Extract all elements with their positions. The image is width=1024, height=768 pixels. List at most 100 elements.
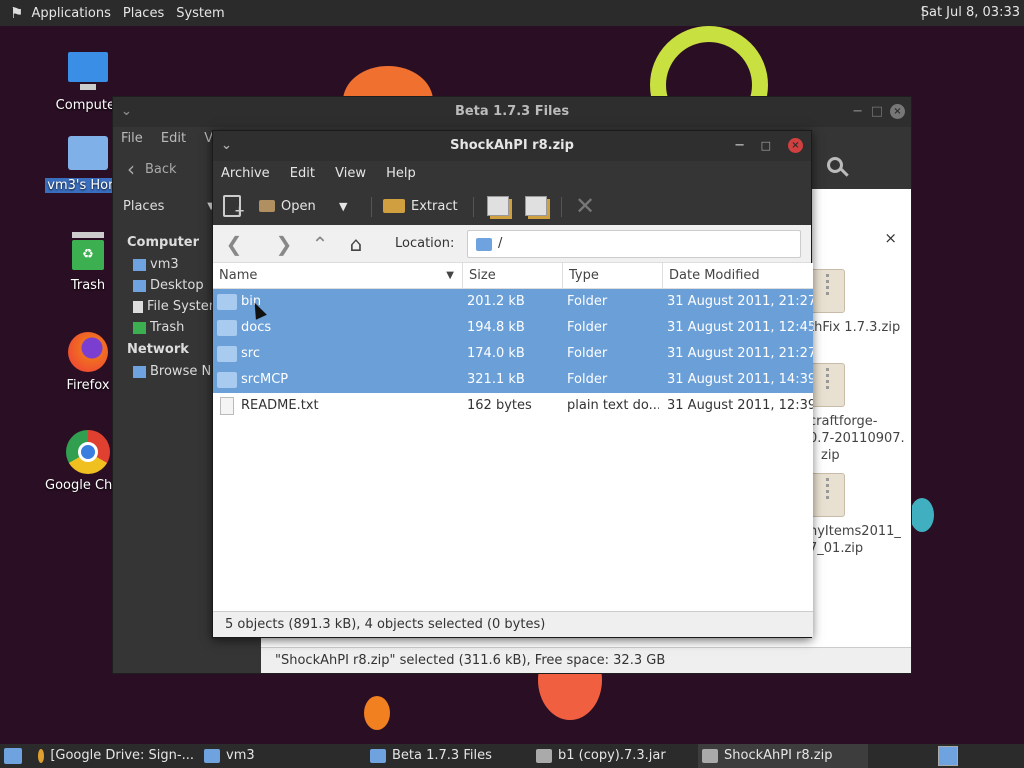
taskbar-item[interactable]: Beta 1.7.3 Files <box>366 744 526 768</box>
table-row[interactable]: README.txt 162 bytes plain text do... 31 Au… <box>213 393 813 419</box>
cell-type: Folder <box>567 346 608 361</box>
cell-size: 162 bytes <box>467 398 532 413</box>
taskbar-item[interactable]: b1 (copy).7.3.jar <box>532 744 692 768</box>
extract-button[interactable]: Extract <box>383 193 458 219</box>
maximize-icon[interactable]: □ <box>761 131 771 161</box>
column-header-date[interactable]: Date Modified <box>663 263 813 289</box>
add-folder-button[interactable] <box>525 193 547 219</box>
window-menu-icon[interactable]: ⌄ <box>121 97 132 127</box>
top-panel: ⚑ Applications Places System Sat Jul 8, … <box>0 0 1024 26</box>
firefox-icon <box>66 330 110 374</box>
taskbar-item[interactable]: ShockAhPI r8.zip <box>698 744 868 768</box>
folder-icon <box>370 749 386 763</box>
dropdown-arrow-icon: ▼ <box>339 199 348 213</box>
table-row[interactable]: bin 201.2 kB Folder 31 August 2011, 21:27 <box>213 289 813 315</box>
cell-name: README.txt <box>241 398 319 413</box>
wallpaper-orange-dot <box>364 696 390 730</box>
cell-size: 321.1 kB <box>467 372 525 387</box>
table-row[interactable]: srcMCP 321.1 kB Folder 31 August 2011, 14:3… <box>213 367 813 393</box>
places-dropdown[interactable]: Places ▼ <box>123 199 215 215</box>
cell-date: 31 August 2011, 21:27 <box>667 346 813 361</box>
forward-arrow-icon[interactable]: ❯ <box>273 233 295 255</box>
add-files-icon <box>487 196 509 216</box>
minimize-icon[interactable]: − <box>734 131 745 161</box>
menu-places[interactable]: Places <box>123 6 164 21</box>
archive-window-titlebar[interactable]: ⌄ ShockAhPI r8.zip − □ × <box>213 131 811 161</box>
archive-window: ⌄ ShockAhPI r8.zip − □ × Archive Edit Vi… <box>212 130 813 638</box>
table-row[interactable]: docs 194.8 kB Folder 31 August 2011, 12:45 <box>213 315 813 341</box>
column-header-size[interactable]: Size <box>463 263 563 289</box>
back-arrow-icon[interactable]: ❮ <box>223 233 245 255</box>
add-folder-icon <box>525 196 547 216</box>
bottom-taskbar: [Google Drive: Sign-... vm3 Beta 1.7.3 Fil… <box>0 744 1024 768</box>
file-item[interactable]: nyItems2011_ 7_01.zip <box>809 473 909 557</box>
menu-applications[interactable]: Applications <box>31 6 110 21</box>
maximize-icon[interactable]: □ <box>871 97 883 127</box>
menu-edit[interactable]: Edit <box>290 166 315 181</box>
column-header-name[interactable]: Name ▼ <box>213 263 463 289</box>
clock[interactable]: Sat Jul 8, 03:33 <box>921 5 1020 20</box>
trash-icon <box>133 321 146 334</box>
cell-name: src <box>241 346 260 361</box>
gnome-foot-icon[interactable]: ⚑ <box>10 4 23 22</box>
files-window-title: Beta 1.7.3 Files <box>454 104 570 119</box>
desktop-folder-icon <box>133 279 146 292</box>
computer-icon <box>66 50 110 94</box>
workspace-switcher[interactable] <box>938 746 958 766</box>
home-icon <box>133 258 146 271</box>
show-desktop-icon[interactable] <box>4 748 22 764</box>
column-header-type[interactable]: Type <box>563 263 663 289</box>
search-icon[interactable] <box>827 157 849 179</box>
cell-name: srcMCP <box>241 372 289 387</box>
column-headers: Name ▼ Size Type Date Modified <box>213 263 813 289</box>
new-archive-button[interactable]: + <box>223 193 245 219</box>
location-field[interactable]: / <box>467 230 801 258</box>
archive-icon <box>536 749 552 763</box>
taskbar-item[interactable]: vm3 <box>200 744 360 768</box>
zip-file-icon <box>809 363 845 407</box>
cancel-button[interactable]: ✕ <box>575 192 596 220</box>
table-row[interactable]: src 174.0 kB Folder 31 August 2011, 21:27 <box>213 341 813 367</box>
cell-size: 201.2 kB <box>467 294 525 309</box>
menu-system[interactable]: System <box>176 6 224 21</box>
menu-help[interactable]: Help <box>386 166 416 181</box>
home-folder-icon <box>66 130 110 174</box>
open-dropdown-button[interactable]: ▼ <box>339 193 347 219</box>
folder-icon <box>217 346 237 362</box>
minimize-icon[interactable]: − <box>852 97 863 127</box>
folder-icon <box>217 294 237 310</box>
close-pane-icon[interactable]: × <box>884 229 897 247</box>
file-item[interactable]: thFix 1.7.3.zip <box>809 269 909 336</box>
cell-date: 31 August 2011, 14:39 <box>667 372 813 387</box>
cell-type: Folder <box>567 320 608 335</box>
file-item[interactable]: craftforge- 0.7-20110907. zip <box>809 363 909 464</box>
up-arrow-icon[interactable]: ⌃ <box>309 233 331 255</box>
folder-icon <box>217 372 237 388</box>
back-button[interactable]: ‹ Back <box>127 157 177 181</box>
menu-view[interactable]: View <box>335 166 366 181</box>
menu-file[interactable]: File <box>121 131 143 146</box>
menu-archive[interactable]: Archive <box>221 166 270 181</box>
wallpaper-teal-dot <box>910 498 934 532</box>
files-window-titlebar[interactable]: ⌄ Beta 1.7.3 Files − □ × <box>113 97 911 127</box>
open-button[interactable]: Open <box>259 193 316 219</box>
archive-navbar: ❮ ❯ ⌃ ⌂ Location: / <box>213 225 811 263</box>
archive-window-title: ShockAhPI r8.zip <box>450 138 574 153</box>
cell-date: 31 August 2011, 12:45 <box>667 320 813 335</box>
home-icon[interactable]: ⌂ <box>345 233 367 255</box>
sort-arrow-icon: ▼ <box>446 270 454 281</box>
zip-file-icon <box>809 473 845 517</box>
menu-edit[interactable]: Edit <box>161 131 186 146</box>
toolbar-separator <box>473 197 474 217</box>
cancel-icon: ✕ <box>575 192 596 220</box>
archive-icon <box>702 749 718 763</box>
extract-icon <box>383 199 405 213</box>
drive-icon <box>133 300 143 313</box>
add-files-button[interactable] <box>487 193 509 219</box>
close-icon[interactable]: × <box>890 104 905 119</box>
close-icon[interactable]: × <box>788 138 803 153</box>
window-menu-icon[interactable]: ⌄ <box>221 131 232 161</box>
back-arrow-icon: ‹ <box>127 157 135 181</box>
taskbar-item[interactable]: [Google Drive: Sign-... <box>34 744 194 768</box>
files-statusbar: "ShockAhPI r8.zip" selected (311.6 kB), … <box>261 647 911 673</box>
